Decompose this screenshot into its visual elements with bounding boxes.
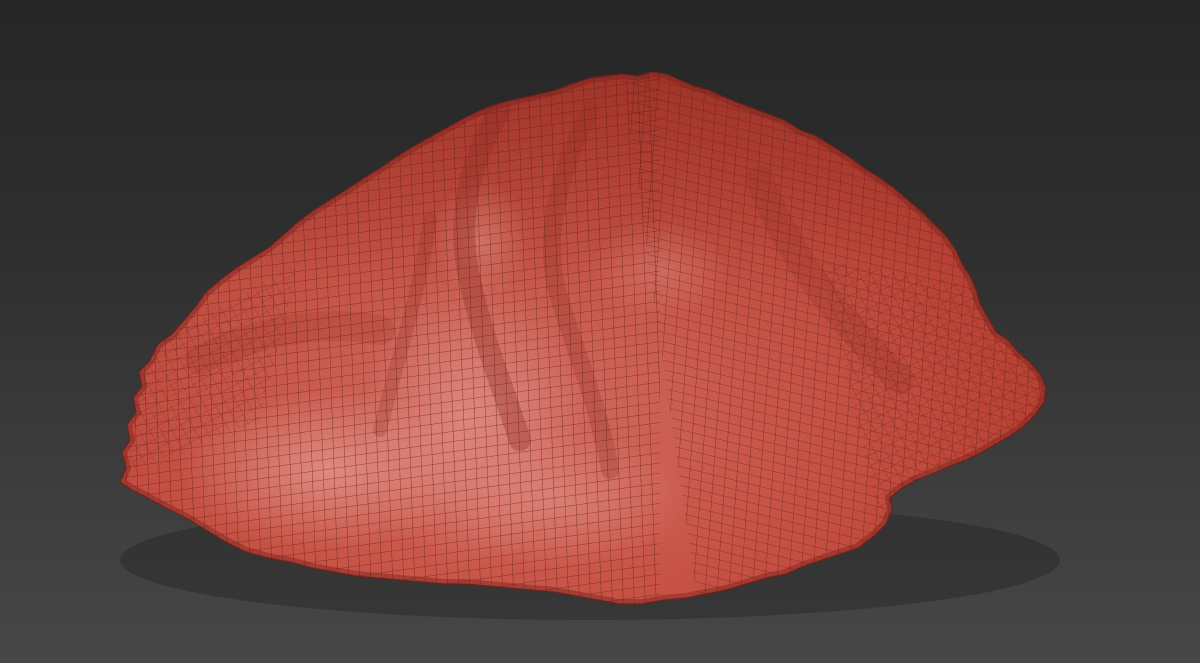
viewport-3d[interactable] [0,0,1200,663]
mesh-render [119,71,1060,620]
